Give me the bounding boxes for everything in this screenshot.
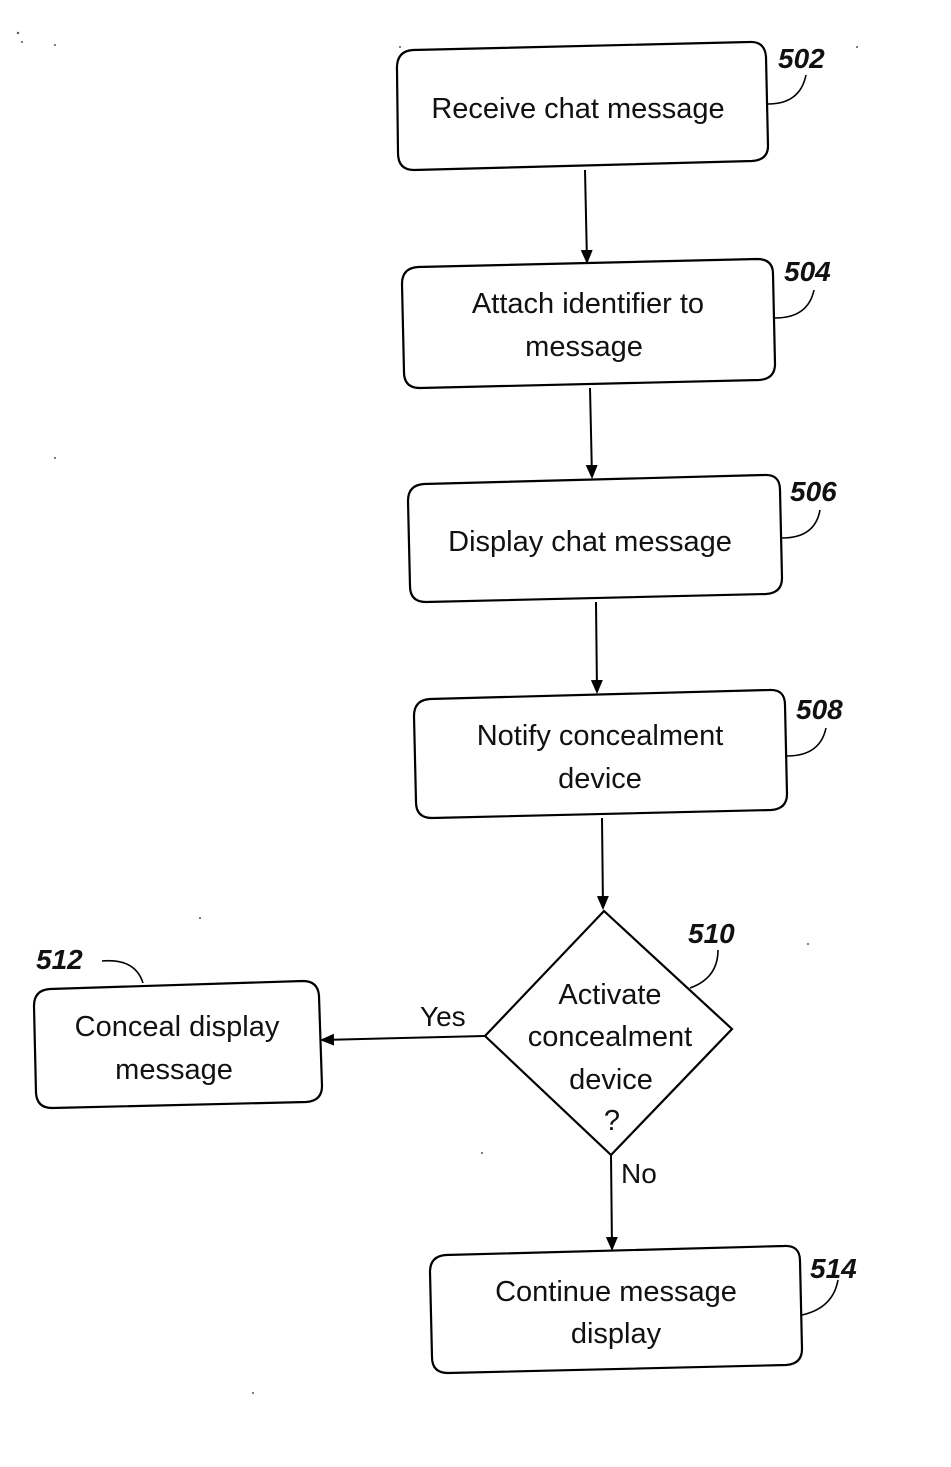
ref-leader: [781, 509, 821, 539]
node-506: Display chat message: [406, 473, 784, 604]
node-label: Receive chat message: [431, 93, 724, 125]
node-label: Activate: [558, 979, 661, 1011]
arrow-506-508: [590, 601, 603, 694]
ref-leader: [786, 727, 827, 757]
process-box: [400, 257, 777, 390]
ref-514: 514: [810, 1253, 857, 1284]
ref-504: 504: [784, 256, 831, 287]
node-label: Attach identifier to: [472, 288, 704, 320]
node-512: Conceal display message: [32, 979, 324, 1110]
process-box: [32, 979, 324, 1110]
node-label: device: [569, 1064, 653, 1096]
edge-label-no: No: [621, 1158, 657, 1189]
node-504: Attach identifier to message: [400, 257, 777, 390]
ref-502: 502: [778, 43, 825, 74]
process-box: [428, 1244, 804, 1375]
ref-508: 508: [796, 694, 843, 725]
edge-label-yes: Yes: [420, 1001, 466, 1032]
flowchart: Receive chat message 502 Attach identifi…: [16, 31, 858, 1394]
node-label: Conceal display: [75, 1011, 280, 1043]
node-502: Receive chat message: [395, 40, 770, 172]
node-label: device: [558, 763, 642, 795]
arrow-510-514: [605, 1154, 618, 1251]
node-label: Continue message: [495, 1276, 737, 1308]
process-box: [412, 688, 789, 820]
ref-leader: [689, 949, 719, 989]
node-label: display: [571, 1318, 662, 1350]
arrow-508-510: [596, 817, 609, 910]
ref-leader: [101, 959, 144, 984]
ref-512: 512: [36, 944, 83, 975]
node-514: Continue message display: [428, 1244, 804, 1375]
node-508: Notify concealment device: [412, 688, 789, 820]
ref-510: 510: [688, 918, 735, 949]
node-label: message: [115, 1054, 233, 1086]
arrow-510-512: [320, 1033, 486, 1046]
node-label: Display chat message: [448, 526, 732, 558]
ref-leader: [767, 74, 807, 105]
arrow-502-504: [580, 169, 593, 264]
arrow-504-506: [585, 387, 598, 479]
node-label: ?: [604, 1105, 620, 1137]
node-label: concealment: [528, 1021, 692, 1053]
ref-leader: [774, 289, 815, 319]
node-label: message: [525, 331, 643, 363]
node-label: Notify concealment: [477, 720, 724, 752]
ref-leader: [801, 1279, 839, 1316]
ref-506: 506: [790, 476, 837, 507]
